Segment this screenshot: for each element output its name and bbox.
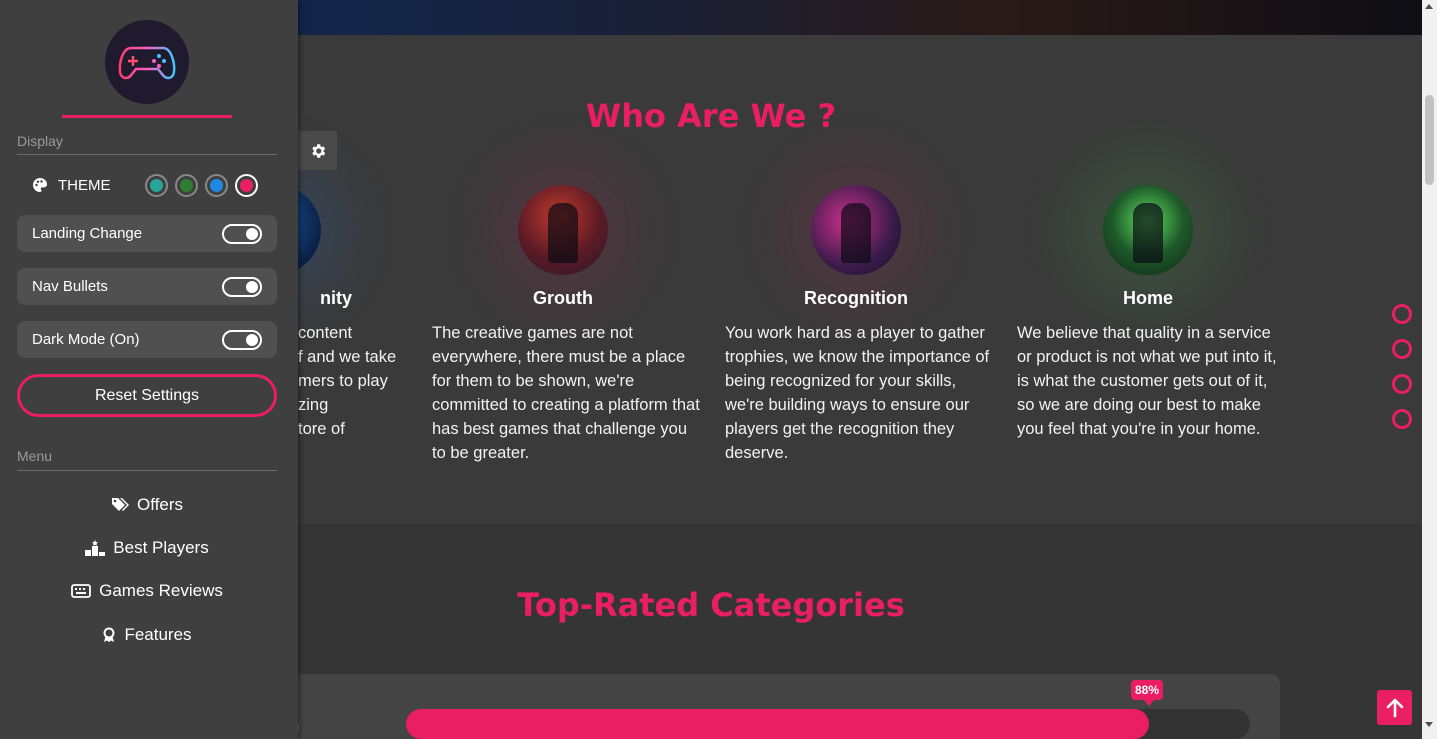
award-icon	[102, 627, 116, 643]
nav-bullets-toggle[interactable]	[222, 277, 262, 297]
tags-icon	[111, 497, 129, 513]
menu-label: Best Players	[113, 538, 209, 557]
menu-item-offers[interactable]: Offers	[17, 493, 277, 517]
scroll-up-arrow-icon[interactable]	[1425, 4, 1433, 9]
option-label: Nav Bullets	[32, 278, 108, 295]
theme-swatch-pink[interactable]	[235, 174, 258, 197]
arrow-up-icon	[1386, 698, 1403, 717]
gamepad-icon	[118, 46, 176, 80]
settings-sidebar: Display THEME Landing Change Nav Bullets…	[0, 0, 298, 739]
reset-settings-button[interactable]: Reset Settings	[17, 374, 277, 417]
avatar	[1103, 185, 1193, 275]
option-label: Dark Mode (On)	[32, 331, 140, 348]
settings-toggle-button[interactable]	[298, 131, 337, 170]
dark-mode-toggle[interactable]	[222, 330, 262, 350]
avatar	[518, 185, 608, 275]
card-title: Home	[1122, 288, 1173, 308]
landing-change-toggle[interactable]	[222, 224, 262, 244]
theme-label: THEME	[58, 176, 111, 194]
card-title: Grouth	[533, 288, 593, 308]
nav-bullet-1[interactable]	[1392, 304, 1412, 324]
palette-icon	[33, 178, 47, 192]
scroll-down-arrow-icon[interactable]	[1425, 722, 1433, 727]
nav-bullet-3[interactable]	[1392, 374, 1412, 394]
scrollbar-thumb[interactable]	[1425, 95, 1434, 185]
card-text: content f and we take mers to play zing …	[298, 324, 397, 438]
card-text: We believe that quality in a service or …	[1017, 324, 1277, 438]
menu-label: Offers	[137, 495, 183, 514]
card-text: You work hard as a player to gather trop…	[725, 324, 990, 462]
theme-swatch-teal[interactable]	[145, 174, 168, 197]
card-text: The creative games are not everywhere, t…	[432, 324, 700, 462]
option-label: Landing Change	[32, 225, 143, 242]
avatar	[811, 185, 901, 275]
option-nav-bullets: Nav Bullets	[17, 268, 277, 305]
gamepad-logo	[105, 20, 189, 104]
nav-bullet-4[interactable]	[1392, 409, 1412, 429]
menu-label: Features	[124, 625, 192, 644]
theme-swatch-green[interactable]	[175, 174, 198, 197]
divider	[17, 154, 277, 155]
scroll-top-button[interactable]	[1377, 690, 1412, 725]
progress-fill	[406, 709, 1149, 739]
display-section-label: Display	[17, 133, 63, 149]
logo-divider	[62, 115, 232, 118]
page-scrollbar[interactable]	[1422, 0, 1437, 739]
theme-swatch-blue[interactable]	[205, 174, 228, 197]
podium-icon	[85, 540, 106, 556]
menu-item-features[interactable]: Features	[17, 623, 277, 647]
progress-percent-badge: 88%	[1131, 680, 1164, 706]
divider	[17, 470, 277, 471]
progress-track	[406, 709, 1250, 739]
menu-item-games-reviews[interactable]: Games Reviews	[17, 579, 277, 603]
menu-label: Games Reviews	[99, 581, 223, 600]
card-title: Recognition	[804, 288, 908, 308]
nav-bullet-2[interactable]	[1392, 339, 1412, 359]
keyboard-icon	[71, 583, 92, 599]
option-landing-change: Landing Change	[17, 215, 277, 252]
gear-icon	[311, 143, 325, 158]
option-dark-mode: Dark Mode (On)	[17, 321, 277, 358]
menu-section-label: Menu	[17, 448, 53, 464]
menu-item-best-players[interactable]: Best Players	[17, 536, 277, 560]
